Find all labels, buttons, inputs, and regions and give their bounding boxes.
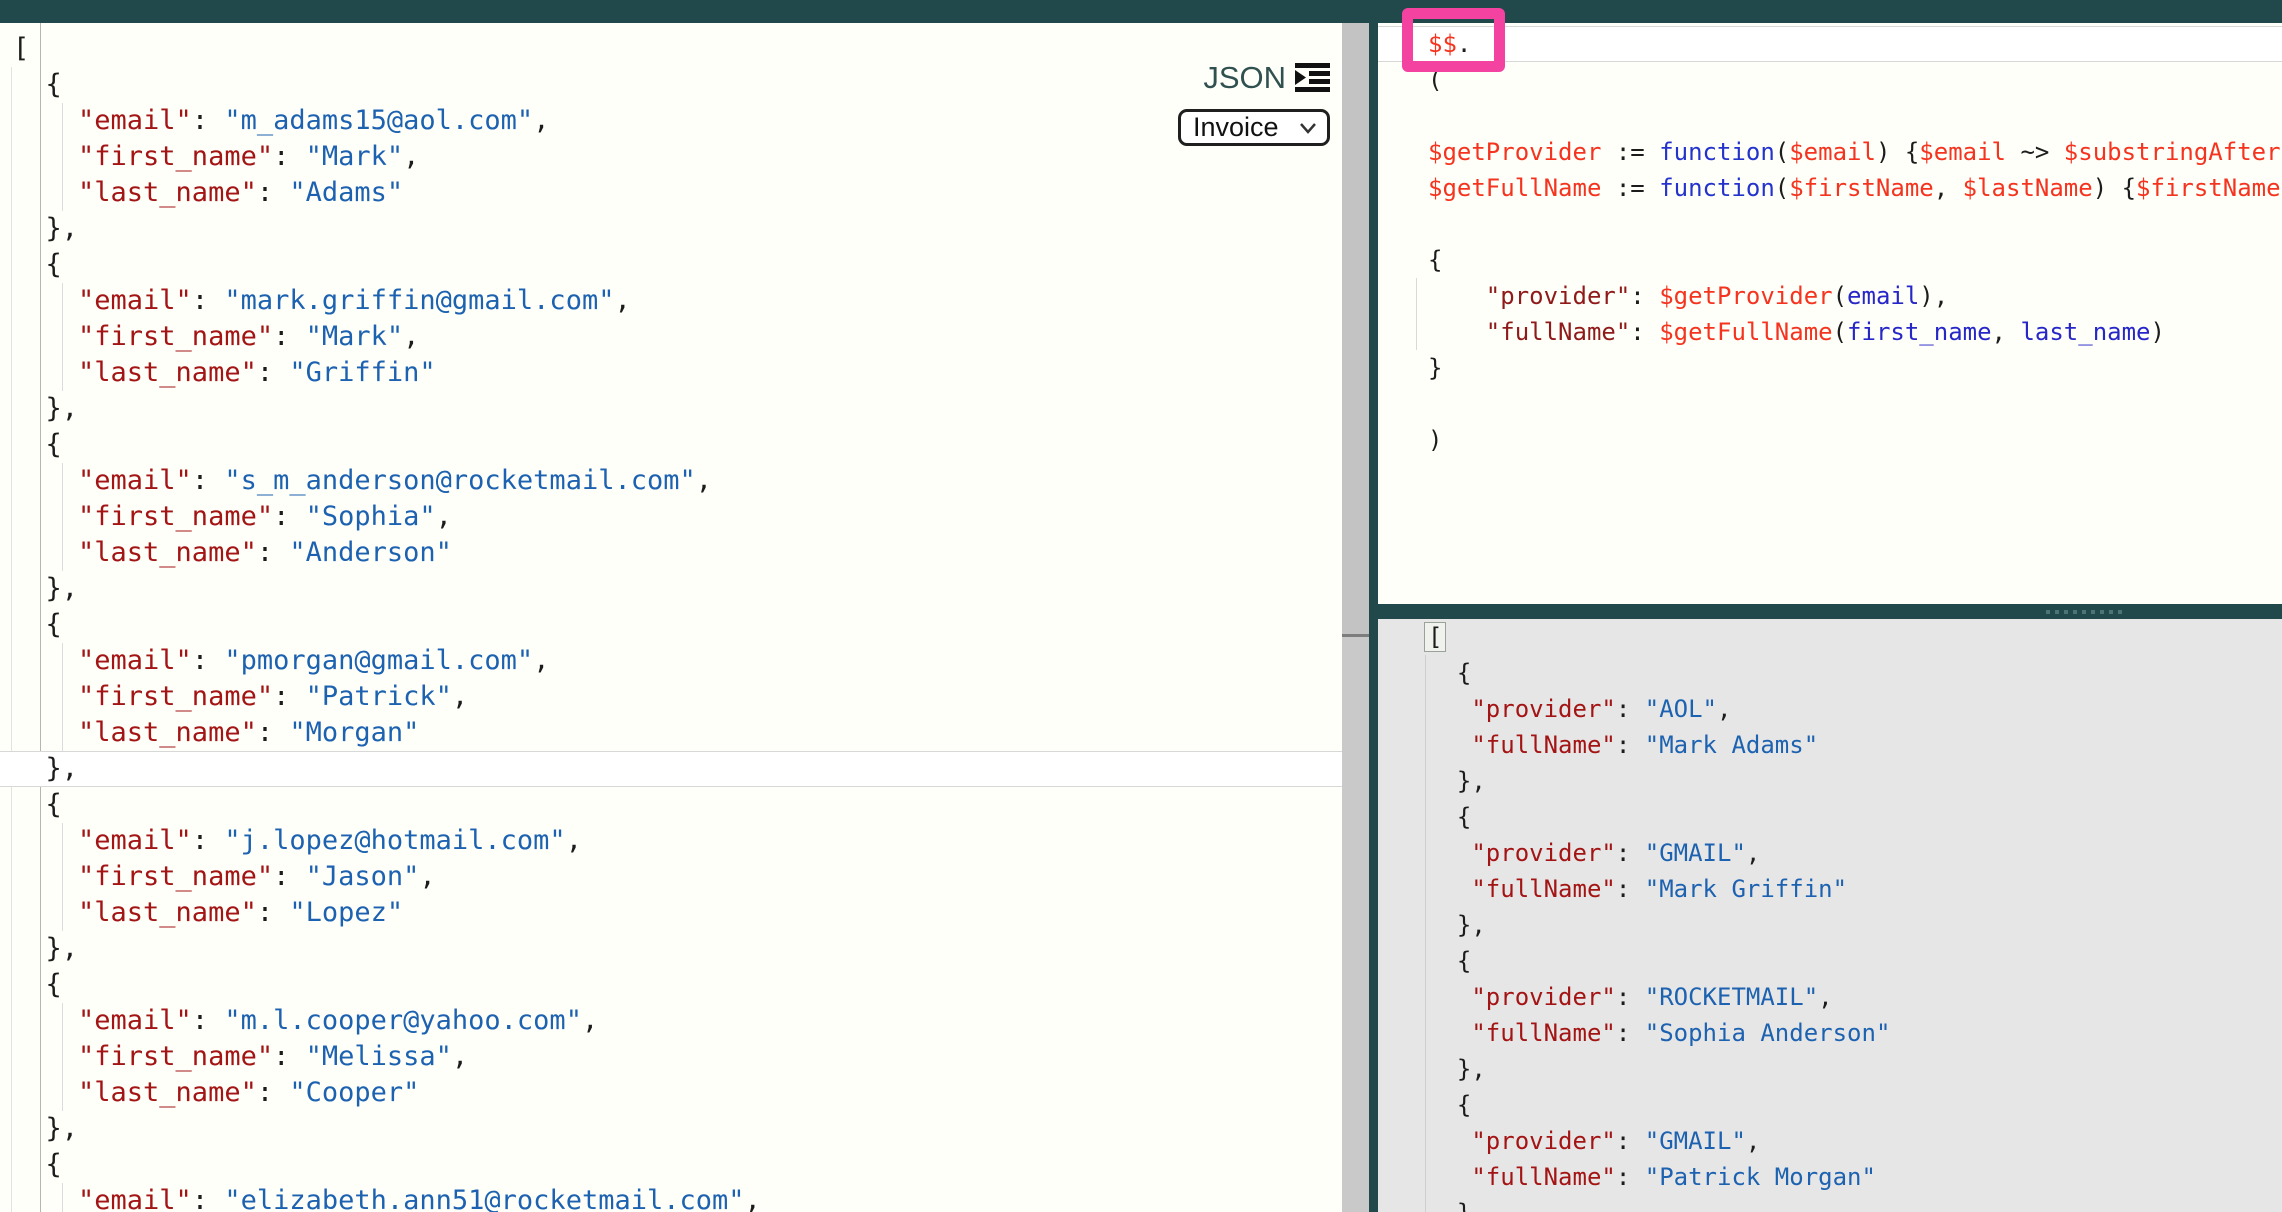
code-line: "email": "m.l.cooper@yahoo.com",	[0, 1003, 1342, 1039]
code-line: },	[1378, 763, 2282, 799]
code-line: "fullName": "Sophia Anderson"	[1378, 1015, 2282, 1051]
json-input-editor[interactable]: [ { "email": "m_adams15@aol.com", "first…	[0, 23, 1369, 1212]
code-line: {	[0, 1147, 1342, 1183]
code-line: "first_name": "Jason",	[0, 859, 1342, 895]
code-line: {	[0, 967, 1342, 1003]
json-format-label: JSON	[1203, 60, 1286, 96]
code-line: },	[0, 751, 1342, 787]
code-line: }	[1378, 350, 2282, 386]
code-line: "provider": $getProvider(email),	[1378, 278, 2282, 314]
code-line: "provider": "GMAIL",	[1378, 835, 2282, 871]
code-line: "email": "j.lopez@hotmail.com",	[0, 823, 1342, 859]
code-line: },	[0, 1111, 1342, 1147]
code-line: "first_name": "Mark",	[0, 319, 1342, 355]
json-input-code: [ { "email": "m_adams15@aol.com", "first…	[0, 31, 1342, 1212]
code-line: {	[1378, 799, 2282, 835]
code-line: "first_name": "Sophia",	[0, 499, 1342, 535]
scrollbar-thumb[interactable]	[1342, 23, 1369, 637]
code-line: {	[1378, 242, 2282, 278]
code-line: {	[0, 67, 1342, 103]
format-json-icon[interactable]	[1295, 63, 1330, 93]
code-line: {	[0, 607, 1342, 643]
code-line: },	[1378, 1051, 2282, 1087]
code-line: "email": "s_m_anderson@rocketmail.com",	[0, 463, 1342, 499]
code-line: "last_name": "Anderson"	[0, 535, 1342, 571]
code-line: "email": "pmorgan@gmail.com",	[0, 643, 1342, 679]
indent-guide	[1425, 655, 1426, 1212]
code-line: "last_name": "Cooper"	[0, 1075, 1342, 1111]
top-bar	[0, 0, 2282, 23]
code-line: "provider": "GMAIL",	[1378, 1123, 2282, 1159]
code-line	[1378, 98, 2282, 134]
code-line: "provider": "ROCKETMAIL",	[1378, 979, 2282, 1015]
chevron-down-icon	[1299, 122, 1317, 134]
jsonata-expression-editor[interactable]: $$.( $getProvider := function($email) {$…	[1378, 23, 2282, 604]
code-line: {	[1378, 655, 2282, 691]
code-line: "fullName": "Mark Griffin"	[1378, 871, 2282, 907]
code-line: },	[0, 391, 1342, 427]
code-line: "email": "elizabeth.ann51@rocketmail.com…	[0, 1183, 1342, 1212]
code-line: "last_name": "Adams"	[0, 175, 1342, 211]
code-line: [	[1378, 619, 2282, 655]
drag-dots-icon	[2046, 610, 2122, 614]
code-line: "first_name": "Melissa",	[0, 1039, 1342, 1075]
code-line: [	[0, 31, 1342, 67]
code-line: "email": "m_adams15@aol.com",	[0, 103, 1342, 139]
code-line: "email": "mark.griffin@gmail.com",	[0, 283, 1342, 319]
vertical-scrollbar[interactable]	[1342, 23, 1369, 1212]
result-code: [ { "provider": "AOL", "fullName": "Mark…	[1378, 619, 2282, 1212]
result-panel: [ { "provider": "AOL", "fullName": "Mark…	[1378, 619, 2282, 1212]
sample-select-value: Invoice	[1193, 112, 1279, 143]
code-line: {	[1378, 1087, 2282, 1123]
code-line: (	[1378, 62, 2282, 98]
expression-code: $$.( $getProvider := function($email) {$…	[1378, 26, 2282, 458]
sample-select[interactable]: Invoice	[1178, 109, 1330, 146]
code-line	[1378, 206, 2282, 242]
code-line: "fullName": $getFullName(first_name, las…	[1378, 314, 2282, 350]
input-controls: JSON Invoice	[1178, 60, 1330, 146]
code-line: "last_name": "Griffin"	[0, 355, 1342, 391]
code-line: "first_name": "Mark",	[0, 139, 1342, 175]
code-line: },	[0, 571, 1342, 607]
code-line: "fullName": "Patrick Morgan"	[1378, 1159, 2282, 1195]
code-line: $getFullName := function($firstName, $la…	[1378, 170, 2282, 206]
code-line: },	[1378, 1195, 2282, 1212]
code-line: "last_name": "Lopez"	[0, 895, 1342, 931]
code-line: "fullName": "Mark Adams"	[1378, 727, 2282, 763]
code-line: },	[1378, 907, 2282, 943]
code-line: {	[0, 787, 1342, 823]
code-line: {	[1378, 943, 2282, 979]
code-line: $getProvider := function($email) {$email…	[1378, 134, 2282, 170]
annotation-highlight-box	[1402, 8, 1505, 72]
code-line: "first_name": "Patrick",	[0, 679, 1342, 715]
code-line: )	[1378, 422, 2282, 458]
code-line: {	[0, 427, 1342, 463]
code-line: },	[0, 931, 1342, 967]
code-line: },	[0, 211, 1342, 247]
code-line: $$.	[1378, 26, 2282, 62]
code-line	[1378, 386, 2282, 422]
horizontal-splitter[interactable]	[1369, 604, 2282, 619]
code-line: "provider": "AOL",	[1378, 691, 2282, 727]
code-line: {	[0, 247, 1342, 283]
code-line: "last_name": "Morgan"	[0, 715, 1342, 751]
